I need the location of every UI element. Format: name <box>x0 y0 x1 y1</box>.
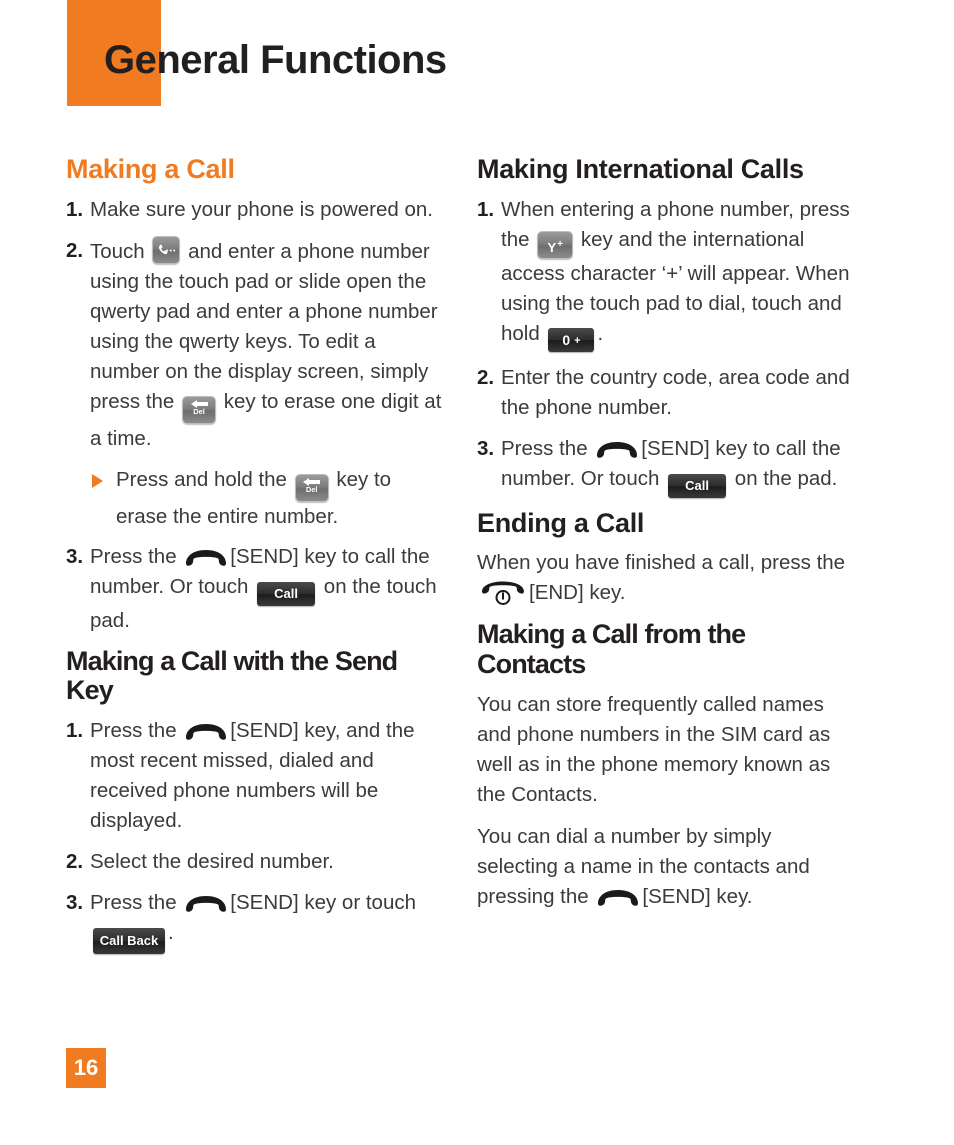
step-number: 2. <box>477 365 495 389</box>
paragraph-text-part: When you have finished a call, press the <box>477 551 846 575</box>
end-key-icon <box>482 581 524 606</box>
list-item: 2. Touch ••• and enter a phone number us… <box>66 235 446 454</box>
step-text-part: Press the <box>90 544 183 568</box>
sub-bullet-text-part: Press and hold the <box>116 467 293 491</box>
step-text-part: . <box>597 321 604 345</box>
list-item: 3. Press the [SEND] key to call the numb… <box>477 434 857 498</box>
heading-making-international-calls: Making International Calls <box>477 154 804 184</box>
steps-send-key: 1. Press the [SEND] key, and the most re… <box>66 716 446 955</box>
page-header: General Functions <box>0 0 954 106</box>
send-key-icon <box>186 549 227 566</box>
dial-key-icon: ••• <box>152 235 181 264</box>
triangle-bullet-icon <box>92 473 103 488</box>
dial-dots-glyph: ••• <box>166 247 177 255</box>
step-number: 3. <box>66 891 84 915</box>
paragraph-contacts-dialing: You can dial a number by simply selectin… <box>477 822 857 912</box>
step-number: 2. <box>66 850 84 874</box>
step-text-part: Press the <box>90 891 183 915</box>
paragraph-ending-a-call: When you have finished a call, press the… <box>477 548 857 608</box>
del-key-label: Del <box>305 484 318 494</box>
list-item: 1. Make sure your phone is powered on. <box>66 195 446 225</box>
send-key-icon <box>186 724 227 740</box>
step-text-part: [SEND] key or touch <box>230 891 417 915</box>
list-item: 2. Enter the country code, area code and… <box>477 363 857 423</box>
step-number: 1. <box>477 197 495 221</box>
y-key-label: Y <box>547 239 557 255</box>
send-key-icon <box>597 441 638 458</box>
heading-making-a-call-with-the-send-key: Making a Call with the Send Key <box>66 645 398 706</box>
step-text-part: Touch <box>90 239 151 263</box>
paragraph-text-part: [SEND] key. <box>642 884 753 908</box>
step-text: Enter the country code, area code and th… <box>501 365 850 419</box>
del-key-label: Del <box>193 406 205 416</box>
steps-international-calls: 1. When entering a phone number, press t… <box>477 195 857 498</box>
left-arrow-icon <box>190 399 208 408</box>
heading-making-a-call-from-the-contacts: Making a Call from the Contacts <box>477 619 746 680</box>
list-item: 1. When entering a phone number, press t… <box>477 195 857 352</box>
step-text: Make sure your phone is powered on. <box>90 197 434 221</box>
zero-digit-label: 0 <box>562 331 571 348</box>
list-item: 1. Press the [SEND] key, and the most re… <box>66 716 446 836</box>
step-text-part: Press the <box>501 436 594 460</box>
plus-superscript-label: + <box>557 238 563 250</box>
step-text: Select the desired number. <box>90 850 334 874</box>
step-number: 1. <box>66 719 84 743</box>
page-title: General Functions <box>104 38 447 82</box>
call-back-button[interactable]: Call Back <box>93 928 165 955</box>
step-number: 3. <box>477 436 495 460</box>
step-text-part: . <box>168 921 174 945</box>
y-plus-key-icon: Y+ <box>537 230 574 259</box>
step-text-part: on the pad. <box>729 466 838 490</box>
list-item: 3. Press the [SEND] key to call the numb… <box>66 542 446 636</box>
right-column: Making International Calls 1. When enter… <box>477 154 857 924</box>
call-button[interactable]: Call <box>668 473 727 498</box>
step-number: 1. <box>66 197 84 221</box>
paragraph-text-part: [END] key. <box>529 581 626 605</box>
sub-bullet-erase-entire-number: Press and hold the Del key to erase the … <box>92 465 446 532</box>
page-number-badge: 16 <box>66 1048 106 1088</box>
send-key-icon <box>598 889 639 906</box>
heading-making-a-call: Making a Call <box>66 154 235 184</box>
del-key-icon: Del <box>294 473 329 502</box>
heading-ending-a-call: Ending a Call <box>477 507 645 538</box>
left-arrow-icon <box>303 477 321 486</box>
paragraph-contacts-storage: You can store frequently called names an… <box>477 692 831 806</box>
del-key-icon: Del <box>182 395 217 424</box>
send-key-icon <box>186 896 227 912</box>
list-item: 2. Select the desired number. <box>66 847 446 877</box>
left-column: Making a Call 1. Make sure your phone is… <box>66 154 446 965</box>
step-number: 2. <box>66 238 84 262</box>
plus-sign-label: + <box>574 334 581 347</box>
steps-making-a-call: 1. Make sure your phone is powered on. 2… <box>66 195 446 454</box>
step-text-part: Press the <box>90 719 183 743</box>
list-item: 3. Press the [SEND] key or touch Call Ba… <box>66 888 446 955</box>
step-number: 3. <box>66 544 84 568</box>
steps-making-a-call-continued: 3. Press the [SEND] key to call the numb… <box>66 542 446 636</box>
step-text-part: and enter a phone number using the touch… <box>90 239 438 413</box>
zero-plus-key-button[interactable]: 0 + <box>548 327 595 352</box>
call-button[interactable]: Call <box>257 581 316 606</box>
